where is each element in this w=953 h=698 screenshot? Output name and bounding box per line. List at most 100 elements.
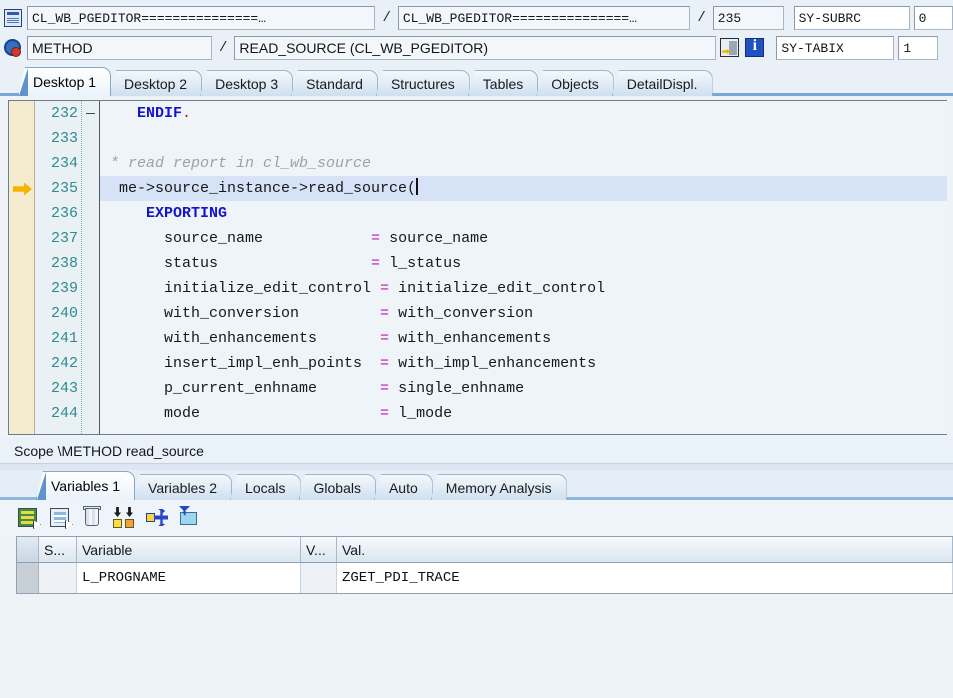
tab-auto[interactable]: Auto bbox=[373, 474, 433, 500]
code-line[interactable]: mode = l_mode bbox=[100, 401, 947, 426]
code-token: = bbox=[380, 405, 390, 422]
tab-desktop-1[interactable]: Desktop 1 bbox=[18, 67, 112, 96]
tab-desktop-2[interactable]: Desktop 2 bbox=[109, 70, 203, 96]
sort-variables-icon[interactable] bbox=[112, 505, 138, 531]
method-name-field[interactable]: READ_SOURCE (CL_WB_PGEDITOR) bbox=[234, 36, 717, 60]
tab-locals[interactable]: Locals bbox=[230, 474, 301, 500]
delete-variable-icon[interactable] bbox=[80, 505, 106, 531]
column-header-variable[interactable]: Variable bbox=[77, 537, 301, 562]
tab-label: Desktop 3 bbox=[215, 75, 279, 92]
sap-abap-debugger-window: CL_WB_PGEDITOR===============… / CL_WB_P… bbox=[0, 0, 953, 698]
cell-variable[interactable]: L_PROGNAME bbox=[77, 563, 301, 593]
line-number: 241 bbox=[50, 330, 78, 347]
code-line[interactable]: insert_impl_enh_points = with_impl_enhan… bbox=[100, 351, 947, 376]
code-token: source_name bbox=[110, 230, 372, 247]
column-header-sel[interactable] bbox=[17, 537, 39, 562]
code-token: = bbox=[380, 330, 390, 347]
gear-icon bbox=[3, 38, 23, 58]
code-line[interactable]: status = l_status bbox=[100, 251, 947, 276]
current-line-field[interactable]: 235 bbox=[712, 6, 784, 30]
tab-label: Memory Analysis bbox=[445, 479, 552, 496]
code-fold-gutter[interactable] bbox=[82, 101, 100, 434]
code-token: ENDIF bbox=[137, 105, 183, 122]
tab-tables[interactable]: Tables bbox=[467, 70, 539, 96]
sy-tabix-label[interactable]: SY-TABIX bbox=[776, 36, 895, 60]
header-row-event: METHOD / READ_SOURCE (CL_WB_PGEDITOR) SY… bbox=[0, 33, 953, 63]
tab-memory-analysis[interactable]: Memory Analysis bbox=[430, 474, 567, 500]
sy-subrc-value[interactable]: 0 bbox=[913, 6, 953, 30]
event-type-field[interactable]: METHOD bbox=[27, 36, 212, 60]
tab-desktop-3[interactable]: Desktop 3 bbox=[200, 70, 294, 96]
cell-sel[interactable] bbox=[17, 563, 39, 593]
tab-structures[interactable]: Structures bbox=[375, 70, 470, 96]
breakpoint-gutter[interactable] bbox=[9, 101, 35, 434]
column-header-val[interactable]: Val. bbox=[337, 537, 953, 562]
cell-v[interactable] bbox=[301, 563, 337, 593]
tab-label: Auto bbox=[388, 479, 418, 496]
code-line[interactable]: p_current_enhname = single_enhname bbox=[100, 376, 947, 401]
variables-toolbar bbox=[0, 500, 953, 536]
event-separator: / bbox=[219, 40, 228, 56]
scope-divider bbox=[0, 463, 953, 470]
code-token: insert_impl_enh_points bbox=[110, 355, 381, 372]
line-number: 235 bbox=[50, 180, 78, 197]
code-token: status bbox=[110, 255, 372, 272]
program-separator-2: / bbox=[697, 10, 706, 26]
line-number: 233 bbox=[50, 130, 78, 147]
code-token: initialize_edit_control bbox=[389, 280, 606, 297]
code-line[interactable]: with_conversion = with_conversion bbox=[100, 301, 947, 326]
source-code-editor[interactable]: 232 233 234 235 236 237 238 239 240 241 242 243 244 … bbox=[8, 100, 947, 435]
code-line[interactable]: ENDIF. bbox=[100, 101, 947, 126]
line-number: 242 bbox=[50, 355, 78, 372]
debug-step-icon[interactable] bbox=[719, 37, 741, 59]
cell-val[interactable]: ZGET_PDI_TRACE bbox=[337, 563, 953, 593]
code-token: with_enhancements bbox=[389, 330, 552, 347]
tab-variables-1[interactable]: Variables 1 bbox=[36, 471, 136, 500]
main-program-field[interactable]: CL_WB_PGEDITOR===============… bbox=[27, 6, 376, 30]
code-line[interactable] bbox=[100, 126, 947, 151]
line-number: 234 bbox=[50, 155, 78, 172]
code-text-area[interactable]: ENDIF. * read report in cl_wb_source me->… bbox=[100, 101, 947, 434]
code-line[interactable]: EXPORTING bbox=[100, 201, 947, 226]
line-number: 244 bbox=[50, 405, 78, 422]
tab-label: Globals bbox=[313, 479, 361, 496]
code-token: = bbox=[371, 230, 381, 247]
copy-variable-icon[interactable] bbox=[48, 505, 74, 531]
line-number: 243 bbox=[50, 380, 78, 397]
tab-label: Objects bbox=[551, 75, 599, 92]
tab-detaildispl[interactable]: DetailDispl. bbox=[611, 70, 713, 96]
tab-standard[interactable]: Standard bbox=[291, 70, 378, 96]
code-line[interactable]: source_name = source_name bbox=[100, 226, 947, 251]
include-program-field[interactable]: CL_WB_PGEDITOR===============… bbox=[397, 6, 691, 30]
header-row-program: CL_WB_PGEDITOR===============… / CL_WB_P… bbox=[0, 3, 953, 33]
filter-folder-icon[interactable] bbox=[176, 505, 202, 531]
table-body: L_PROGNAME ZGET_PDI_TRACE bbox=[17, 563, 953, 593]
tab-label: Tables bbox=[482, 75, 524, 92]
cell-s[interactable] bbox=[39, 563, 77, 593]
info-icon[interactable] bbox=[744, 37, 766, 59]
tab-objects[interactable]: Objects bbox=[536, 70, 614, 96]
code-line-current[interactable]: me->source_instance->read_source( bbox=[100, 176, 947, 201]
code-line[interactable]: initialize_edit_control = initialize_edi… bbox=[100, 276, 947, 301]
tab-label: Variables 1 bbox=[51, 478, 121, 494]
tab-label: Variables 2 bbox=[148, 479, 218, 496]
tab-globals[interactable]: Globals bbox=[298, 474, 376, 500]
sy-tabix-value[interactable]: 1 bbox=[898, 36, 939, 60]
table-row[interactable]: L_PROGNAME ZGET_PDI_TRACE bbox=[17, 563, 953, 593]
column-header-s[interactable]: S... bbox=[39, 537, 77, 562]
scope-label: Scope \METHOD read_source bbox=[14, 442, 204, 459]
line-number: 240 bbox=[50, 305, 78, 322]
code-line[interactable]: * read report in cl_wb_source bbox=[100, 151, 947, 176]
tab-label: Structures bbox=[390, 75, 455, 92]
code-line[interactable]: with_enhancements = with_enhancements bbox=[100, 326, 947, 351]
code-token: = bbox=[371, 255, 381, 272]
tab-variables-2[interactable]: Variables 2 bbox=[133, 474, 233, 500]
fold-end-marker-icon[interactable] bbox=[86, 113, 95, 114]
code-token: . bbox=[182, 105, 192, 122]
variables-tabstrip: Variables 1 Variables 2 Locals Globals Auto M… bbox=[0, 470, 953, 500]
create-variable-icon[interactable] bbox=[16, 505, 42, 531]
exchange-variable-icon[interactable] bbox=[144, 505, 170, 531]
sy-subrc-label[interactable]: SY-SUBRC bbox=[793, 6, 910, 30]
column-header-v[interactable]: V... bbox=[301, 537, 337, 562]
code-token: l_status bbox=[380, 255, 462, 272]
